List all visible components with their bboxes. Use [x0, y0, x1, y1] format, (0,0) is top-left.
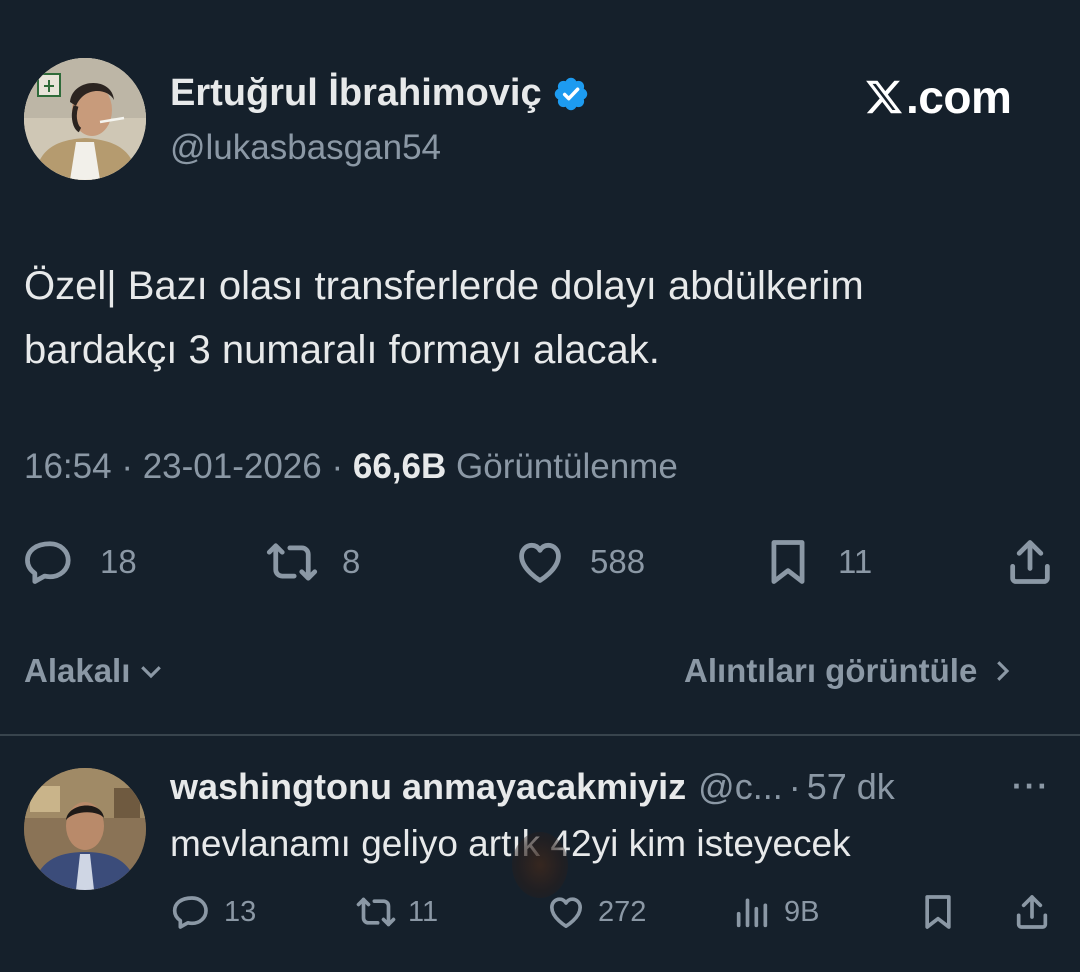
reply-views-count: 9B — [784, 895, 820, 928]
reply-like-count: 272 — [598, 895, 647, 928]
divider — [0, 734, 1080, 736]
tweet-date[interactable]: 23-01-2026 — [143, 447, 322, 486]
reply-bookmark-button[interactable] — [918, 892, 958, 932]
share-button[interactable] — [1004, 536, 1056, 588]
meta-separator: · — [111, 447, 143, 486]
reply-reply-count: 13 — [224, 895, 257, 928]
author-name-text[interactable]: Ertuğrul İbrahimoviç — [170, 72, 542, 115]
chevron-right-icon — [997, 661, 1010, 681]
quotes-label: Alıntıları görüntüle — [684, 652, 978, 689]
verified-badge-icon — [554, 77, 587, 110]
share-icon — [1016, 895, 1048, 929]
reply-text: mevlanamı geliyo artık 42yi kim isteyece… — [170, 823, 851, 864]
reply-views-button[interactable]: 9B — [732, 892, 819, 932]
reply-time[interactable]: 57 dk — [807, 766, 895, 808]
heart-icon — [519, 542, 561, 583]
author-avatar[interactable] — [24, 58, 146, 180]
brand-text: .com — [906, 71, 1012, 123]
x-com-brand: .com — [864, 70, 1012, 124]
share-icon — [1010, 540, 1050, 584]
reply-button[interactable]: 18 — [24, 536, 137, 588]
retweet-icon — [356, 897, 396, 927]
analytics-icon — [736, 898, 768, 928]
bookmark-count: 11 — [838, 543, 873, 580]
chevron-down-icon — [141, 666, 162, 679]
reply-author-name[interactable]: washingtonu anmayacakmiyiz — [170, 766, 686, 808]
bookmark-icon — [925, 895, 951, 929]
bookmark-icon — [771, 540, 805, 584]
reply-icon — [172, 896, 208, 929]
views-label: Görüntülenme — [456, 447, 678, 486]
reply-retweet-count: 11 — [408, 895, 439, 928]
reply-like-button[interactable]: 272 — [546, 892, 646, 932]
tweet-meta: 16:54 · 23-01-2026 · 66,6B Görüntülenme — [24, 447, 678, 487]
tweet-time[interactable]: 16:54 — [24, 447, 112, 486]
reply-header: washingtonu anmayacakmiyiz @c... · 57 dk — [170, 766, 895, 808]
reply-count: 18 — [100, 543, 137, 580]
like-button[interactable]: 588 — [514, 536, 645, 588]
x-logo-icon — [866, 80, 903, 114]
meta-separator: · — [321, 447, 353, 486]
reply-retweet-button[interactable]: 11 — [356, 892, 438, 932]
related-sort-dropdown[interactable]: Alakalı — [24, 652, 166, 690]
retweet-count: 8 — [342, 543, 361, 580]
reply-separator: · — [788, 766, 801, 807]
bookmark-button[interactable]: 11 — [762, 536, 872, 588]
screen-smudge — [512, 832, 568, 898]
reply-reply-button[interactable]: 13 — [172, 892, 256, 932]
tweet-text: Özel| Bazı olası transferlerde dolayı ab… — [24, 264, 864, 372]
related-label: Alakalı — [24, 652, 131, 689]
reply-author-handle[interactable]: @c... — [698, 766, 783, 808]
reply-icon — [25, 541, 71, 584]
reply-share-button[interactable] — [1012, 892, 1052, 932]
reply-avatar[interactable] — [24, 768, 146, 890]
view-quotes-link[interactable]: Alıntıları görüntüle — [684, 652, 1017, 690]
views-count: 66,6B — [352, 447, 447, 486]
like-count: 588 — [590, 543, 646, 580]
author-name[interactable]: Ertuğrul İbrahimoviç — [170, 72, 590, 115]
author-handle[interactable]: @lukasbasgan54 — [170, 128, 441, 168]
heart-icon — [550, 897, 582, 928]
retweet-button[interactable]: 8 — [266, 536, 360, 588]
more-options-button[interactable]: ··· — [1012, 768, 1050, 805]
retweet-icon — [266, 543, 318, 581]
